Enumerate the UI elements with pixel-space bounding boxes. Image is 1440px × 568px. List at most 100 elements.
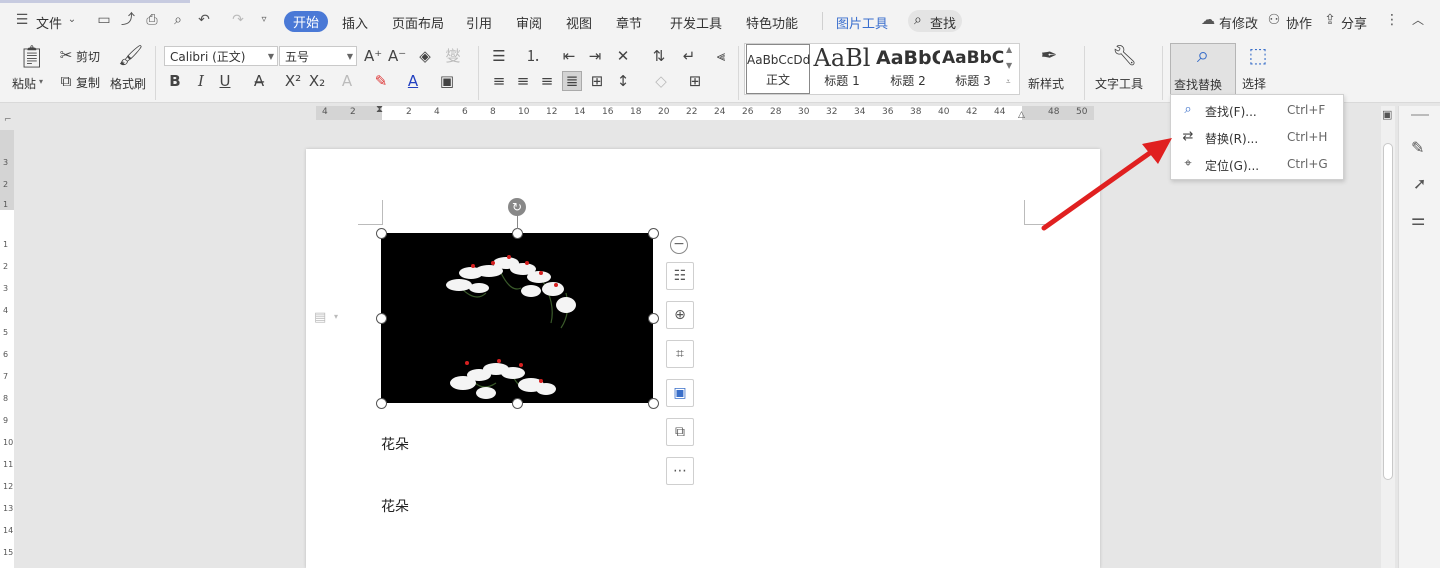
cloud-sync-icon[interactable]: ☁ <box>1200 12 1216 28</box>
tab-developer[interactable]: 开发工具 <box>670 13 722 32</box>
right-indent-marker[interactable]: △ <box>1018 110 1025 120</box>
chinese-layout-icon[interactable]: ✕ <box>614 47 632 65</box>
scrollbar-thumb[interactable] <box>1383 143 1393 480</box>
paste-icon[interactable]: 📋︎ <box>18 46 46 70</box>
tab-view[interactable]: 视图 <box>566 13 592 32</box>
font-name-select[interactable]: Calibri (正文) ▼ <box>164 46 278 66</box>
justify-icon[interactable]: ≣ <box>562 71 582 91</box>
print-icon[interactable]: ⎙ <box>144 12 160 28</box>
format-painter-button[interactable]: 格式刷 <box>110 75 146 92</box>
resize-handle[interactable] <box>512 398 523 409</box>
gallery-scroll-down-icon[interactable]: ▼ <box>1006 61 1012 70</box>
tab-stops-icon[interactable]: ⫷ <box>712 47 730 65</box>
align-right-icon[interactable]: ≡ <box>538 72 556 90</box>
style-heading-1[interactable]: AaBl 标题 1 <box>810 44 874 92</box>
highlight-color-icon[interactable]: ✎ <box>372 72 390 90</box>
zoom-in-icon[interactable]: ⊕ <box>666 301 694 329</box>
shading-icon[interactable]: ◇ <box>652 72 670 90</box>
more-options-icon[interactable]: ⋮ <box>1384 12 1400 28</box>
modified-status[interactable]: 有修改 <box>1219 13 1258 32</box>
gallery-expand-icon[interactable]: ⩡ <box>1006 77 1011 87</box>
more-tools-icon[interactable]: ⋯ <box>666 457 694 485</box>
hamburger-icon[interactable]: ☰ <box>14 12 30 28</box>
resize-handle[interactable] <box>648 313 659 324</box>
file-menu[interactable]: 文件 <box>36 13 62 32</box>
align-center-icon[interactable]: ≡ <box>514 72 532 90</box>
clear-format-icon[interactable]: ◈ <box>416 47 434 65</box>
char-border-icon[interactable]: ▣ <box>438 72 456 90</box>
menu-item-replace[interactable]: ⇄ 替换(R)... Ctrl+H <box>1171 124 1343 150</box>
resize-handle[interactable] <box>376 228 387 239</box>
select-cursor-icon[interactable]: ⬚ <box>1246 45 1270 70</box>
redo-icon[interactable]: ↷ <box>230 12 246 28</box>
body-text[interactable]: 花朵 <box>381 496 409 516</box>
borders-icon[interactable]: ⊞ <box>686 72 704 90</box>
tab-insert[interactable]: 插入 <box>342 13 368 32</box>
bullet-list-icon[interactable]: ☰ <box>490 47 508 65</box>
tab-picture-tools[interactable]: 图片工具 <box>836 13 888 32</box>
flower-image[interactable] <box>381 233 653 403</box>
resize-handle[interactable] <box>648 228 659 239</box>
distribute-icon[interactable]: ⊞ <box>588 72 606 90</box>
image-caption[interactable]: 花朵 <box>381 434 409 454</box>
superscript-icon[interactable]: X² <box>284 72 302 90</box>
scroll-split-icon[interactable]: ▣ <box>1382 108 1392 121</box>
customize-toolbar-icon[interactable]: ▿ <box>256 12 272 28</box>
collaborate-icon[interactable]: ⚇ <box>1266 12 1282 28</box>
horizontal-ruler[interactable]: 4 2 2 4 6 8 10 12 14 16 18 20 22 24 26 28 30 32 34 36 38 40 42… <box>316 106 1094 120</box>
increase-indent-icon[interactable]: ⇥ <box>586 47 604 65</box>
settings-sliders-icon[interactable]: ⚌ <box>1411 210 1425 229</box>
save-icon[interactable]: ▭ <box>96 12 112 28</box>
undo-icon[interactable]: ↶ <box>196 12 212 28</box>
subscript-icon[interactable]: X₂ <box>308 72 326 90</box>
find-replace-button[interactable]: ⌕ 查找替换 <box>1170 43 1236 95</box>
font-size-select[interactable]: 五号 ▼ <box>279 46 357 66</box>
tab-review[interactable]: 审阅 <box>516 13 542 32</box>
indent-marker[interactable]: ⧗ <box>376 104 386 124</box>
tab-page-layout[interactable]: 页面布局 <box>392 13 444 32</box>
copy-icon[interactable]: ⧉ <box>57 72 75 90</box>
grow-font-icon[interactable]: A⁺ <box>364 47 382 65</box>
style-heading-3[interactable]: AaBbC 标题 3 <box>942 44 1004 92</box>
style-normal[interactable]: AaBbCcDd 正文 <box>746 44 810 94</box>
copy-button[interactable]: 复制 <box>76 74 100 91</box>
resize-handle[interactable] <box>512 228 523 239</box>
search-box[interactable]: ⌕ 查找 <box>908 10 962 32</box>
tab-special-features[interactable]: 特色功能 <box>746 13 798 32</box>
resize-handle[interactable] <box>648 398 659 409</box>
crop-icon[interactable]: ⌗ <box>666 340 694 368</box>
strikethrough-icon[interactable]: A̶ <box>250 72 268 90</box>
chevron-down-icon[interactable]: ⌄ <box>64 12 80 28</box>
rotate-icon[interactable]: ↻ <box>508 198 526 216</box>
resize-handle[interactable] <box>376 398 387 409</box>
select-button[interactable]: 选择 <box>1242 75 1266 92</box>
italic-icon[interactable]: I <box>192 72 210 90</box>
menu-item-goto[interactable]: ⌖ 定位(G)... Ctrl+G <box>1171 151 1343 177</box>
text-effect-icon[interactable]: A <box>338 72 356 90</box>
share-button[interactable]: 分享 <box>1341 13 1367 32</box>
collapse-ribbon-icon[interactable]: ︿ <box>1410 12 1426 28</box>
shrink-font-icon[interactable]: A⁻ <box>388 47 406 65</box>
layout-options-icon[interactable]: ☷ <box>666 262 694 290</box>
pen-icon[interactable]: ✎ <box>1411 138 1424 157</box>
align-left-icon[interactable]: ≡ <box>490 72 508 90</box>
line-spacing-icon[interactable]: ↕ <box>614 72 632 90</box>
collaborate-button[interactable]: 协作 <box>1286 13 1312 32</box>
font-color-icon[interactable]: A <box>404 72 422 90</box>
tab-references[interactable]: 引用 <box>466 13 492 32</box>
tab-chapter[interactable]: 章节 <box>616 13 642 32</box>
print-preview-icon[interactable]: ⌕ <box>170 12 186 28</box>
menu-item-find[interactable]: ⌕ 查找(F)... Ctrl+F <box>1171 97 1343 123</box>
share-icon[interactable]: ⇪ <box>1322 12 1338 28</box>
vertical-ruler[interactable]: 3 2 1 1 2 3 4 5 6 7 8 9 10 11 12 13 14 15 <box>0 130 14 568</box>
phonetic-guide-icon[interactable]: 燮 <box>444 47 462 65</box>
sort-icon[interactable]: ⇅ <box>650 47 668 65</box>
change-picture-icon[interactable]: ⧉ <box>666 418 694 446</box>
text-tools-button[interactable]: 文字工具 <box>1095 75 1143 92</box>
collapse-toolbar-icon[interactable]: − <box>670 236 688 254</box>
new-style-button[interactable]: 新样式 <box>1028 75 1064 92</box>
style-heading-2[interactable]: AaBbC 标题 2 <box>876 44 940 92</box>
underline-icon[interactable]: U <box>216 72 234 90</box>
picture-extract-icon[interactable]: ▣ <box>666 379 694 407</box>
pointer-icon[interactable]: ➚ <box>1413 174 1426 193</box>
